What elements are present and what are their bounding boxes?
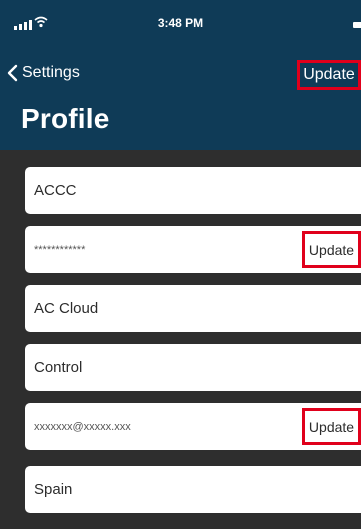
battery-icon bbox=[353, 22, 361, 28]
country-value: Spain bbox=[34, 481, 73, 498]
password-update-button[interactable]: Update bbox=[302, 231, 361, 268]
nav-bar: Settings Update bbox=[0, 60, 361, 92]
back-label: Settings bbox=[22, 64, 80, 81]
company-value: AC Cloud bbox=[34, 300, 99, 317]
role-value: Control bbox=[34, 359, 83, 376]
role-field[interactable]: Control bbox=[25, 344, 361, 391]
email-value: xxxxxxx@xxxxx.xxx bbox=[34, 420, 131, 433]
status-time: 3:48 PM bbox=[157, 16, 204, 30]
chevron-left-icon bbox=[7, 64, 18, 82]
name-field[interactable]: ACCC bbox=[25, 167, 361, 214]
name-value: ACCC bbox=[34, 182, 77, 199]
password-field[interactable]: ************ Update bbox=[25, 226, 361, 273]
password-value: ************ bbox=[34, 243, 86, 256]
country-field[interactable]: Spain bbox=[25, 466, 361, 513]
back-button[interactable]: Settings bbox=[6, 64, 80, 82]
status-bar: 3:48 PM bbox=[0, 0, 361, 40]
profile-form: ACCC ************ Update AC Cloud Contro… bbox=[0, 150, 361, 529]
company-field[interactable]: AC Cloud bbox=[25, 285, 361, 332]
page-title: Profile bbox=[21, 103, 110, 134]
header-update-button[interactable]: Update bbox=[297, 60, 361, 90]
header: 3:48 PM Settings Update Profile bbox=[0, 0, 361, 150]
email-update-button[interactable]: Update bbox=[302, 408, 361, 445]
email-field[interactable]: xxxxxxx@xxxxx.xxx Update bbox=[25, 403, 361, 450]
